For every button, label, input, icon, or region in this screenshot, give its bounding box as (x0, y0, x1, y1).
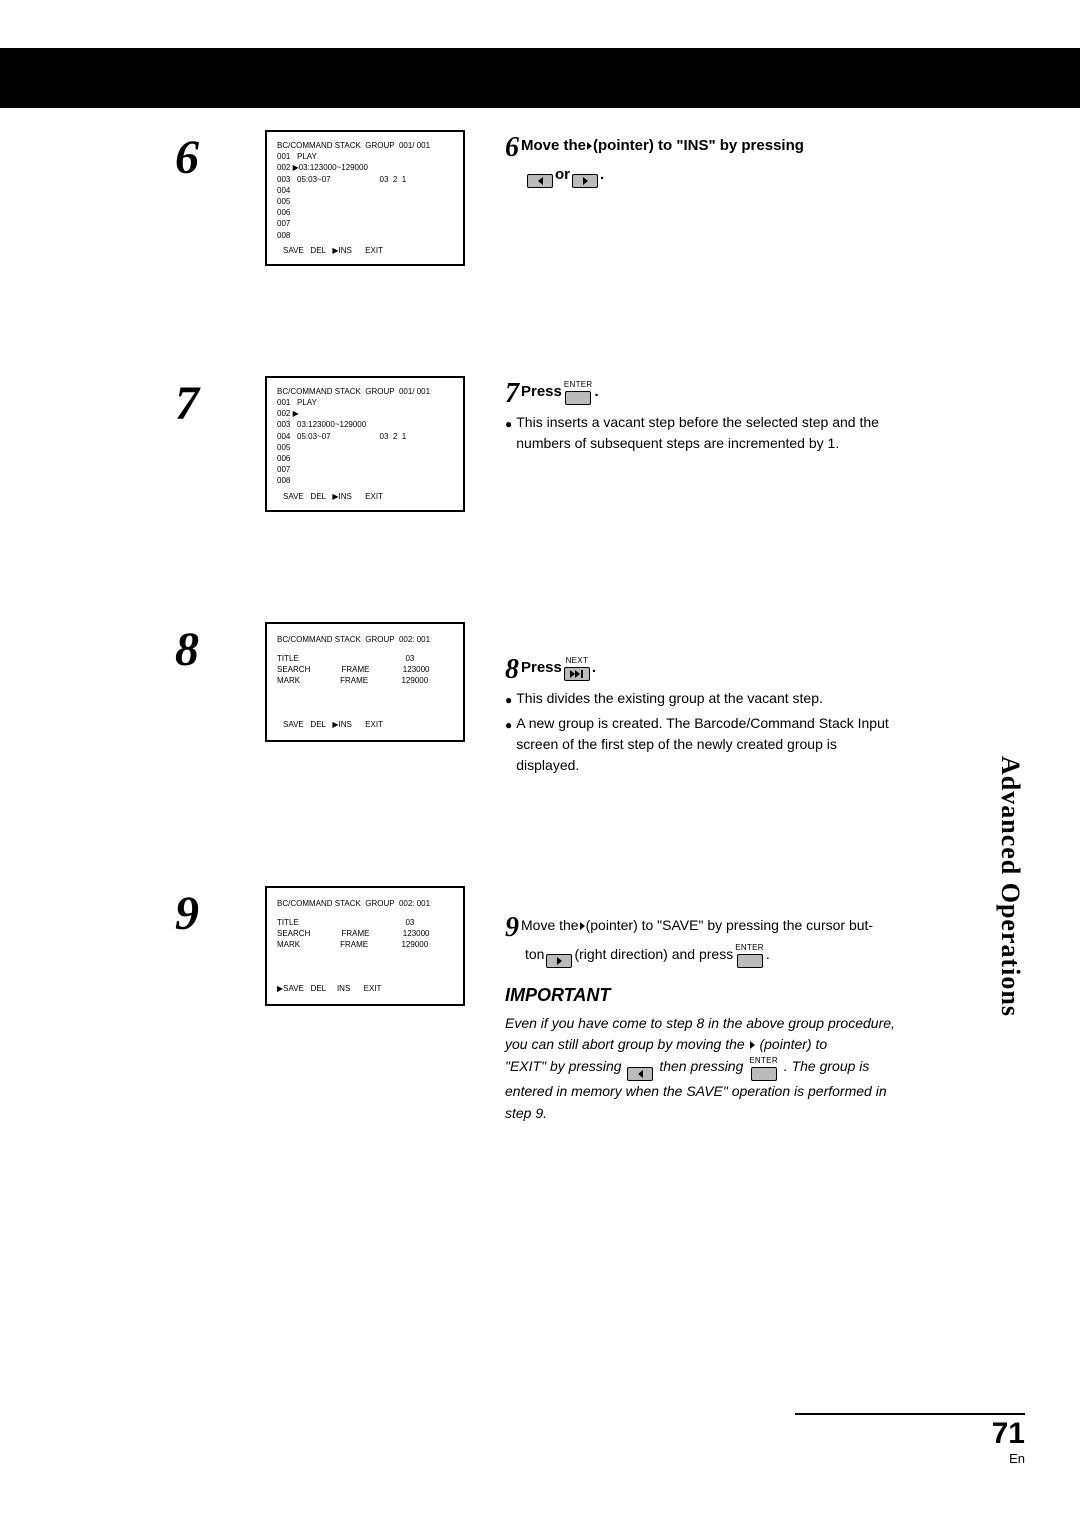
bullet-text: This divides the existing group at the v… (516, 688, 823, 709)
instruction-text: . (592, 657, 596, 680)
bullet-icon: ● (505, 691, 512, 709)
step-6-row: 6 BC/COMMAND STACK GROUP 001/ 001 001 PL… (175, 130, 895, 266)
next-button[interactable]: NEXT (564, 655, 590, 681)
screen-line: 001 PLAY (277, 151, 453, 162)
instruction-text: or (555, 164, 570, 187)
screen-footer: SAVE DEL ▶INS EXIT (277, 245, 453, 256)
screen-line: 003 03:123000~129000 (277, 419, 453, 430)
step-9-row: 9 BC/COMMAND STACK GROUP 002: 001 TITLE … (175, 886, 895, 1126)
instruction-text: Move the (521, 135, 586, 158)
screen-footer: SAVE DEL ▶INS EXIT (277, 491, 453, 502)
step-number-7: 7 (175, 380, 215, 428)
screen-line: 008 (277, 230, 453, 241)
screen-box-9: BC/COMMAND STACK GROUP 002: 001 TITLE 03… (265, 886, 465, 1006)
enter-button[interactable]: ENTER (564, 379, 593, 405)
screen-line: SEARCH FRAME 123000 (277, 928, 453, 939)
important-body: Even if you have come to step 8 in the a… (505, 1013, 895, 1055)
page-content: 6 BC/COMMAND STACK GROUP 001/ 001 001 PL… (175, 130, 895, 1126)
instruction-text: (pointer) to "INS" by pressing (593, 135, 804, 158)
inline-step-number-8: 8 (505, 656, 519, 684)
page-number: 71 (795, 1417, 1025, 1451)
inline-step-number-9: 9 (505, 914, 519, 942)
screen-line: 008 (277, 475, 453, 486)
instruction-text: . (766, 944, 770, 965)
screen-box-8: BC/COMMAND STACK GROUP 002: 001 TITLE 03… (265, 622, 465, 742)
instruction-text: (right direction) and press (574, 944, 733, 965)
instruction-text: Press (521, 381, 562, 404)
instruction-text: ton (525, 944, 544, 965)
bullet-icon: ● (505, 415, 512, 433)
inline-step-number-7: 7 (505, 380, 519, 408)
instruction-text: Press (521, 657, 562, 680)
enter-button[interactable]: ENTER (749, 1055, 778, 1081)
step-7-row: 7 BC/COMMAND STACK GROUP 001/ 001 001 PL… (175, 376, 895, 512)
screen-box-6: BC/COMMAND STACK GROUP 001/ 001 001 PLAY… (265, 130, 465, 266)
screen-line: 006 (277, 207, 453, 218)
page-language: En (795, 1451, 1025, 1466)
step-6-instruction: 6 Move the (pointer) to "INS" by pressin… (505, 130, 895, 188)
pointer-right-icon (750, 1041, 755, 1049)
screen-header: BC/COMMAND STACK GROUP 001/ 001 (277, 140, 453, 151)
screen-box-7: BC/COMMAND STACK GROUP 001/ 001 001 PLAY… (265, 376, 465, 512)
screen-line: 002 ▶03:123000~129000 (277, 162, 453, 173)
screen-footer: SAVE DEL ▶INS EXIT (277, 719, 453, 730)
step-8-row: 8 BC/COMMAND STACK GROUP 002: 001 TITLE … (175, 622, 895, 776)
screen-line: 007 (277, 218, 453, 229)
screen-line: TITLE 03 (277, 653, 453, 664)
important-heading: IMPORTANT (505, 982, 895, 1009)
bullet-text: A new group is created. The Barcode/Comm… (516, 713, 895, 776)
screen-line: 002 ▶ (277, 408, 453, 419)
screen-line: MARK FRAME 129000 (277, 675, 453, 686)
step-number-9: 9 (175, 890, 215, 938)
right-arrow-button[interactable]: . (546, 942, 572, 968)
screen-line: 001 PLAY (277, 397, 453, 408)
screen-line: 003 05:03~07 03 2 1 (277, 174, 453, 185)
page-footer: 71 En (795, 1413, 1025, 1466)
right-arrow-button[interactable]: . (572, 162, 598, 188)
instruction-text: . (600, 164, 604, 187)
screen-header: BC/COMMAND STACK GROUP 001/ 001 (277, 386, 453, 397)
left-arrow-button[interactable]: . (627, 1055, 653, 1081)
screen-line: 005 (277, 442, 453, 453)
step-number-8: 8 (175, 626, 215, 674)
instruction-text: . (595, 381, 599, 404)
step-number-6: 6 (175, 134, 215, 182)
screen-line: 006 (277, 453, 453, 464)
screen-line: 004 05:03~07 03 2 1 (277, 431, 453, 442)
step-9-instruction: 9 Move the (pointer) to "SAVE" by pressi… (505, 910, 895, 1126)
screen-line: 007 (277, 464, 453, 475)
screen-footer: ▶SAVE DEL INS EXIT (277, 983, 453, 994)
left-arrow-button[interactable]: . (527, 162, 553, 188)
step-7-instruction: 7 Press ENTER . ● This inserts a vacant … (505, 376, 895, 454)
bullet-icon: ● (505, 716, 512, 734)
inline-step-number-6: 6 (505, 134, 519, 162)
enter-button[interactable]: ENTER (735, 942, 764, 968)
pointer-right-icon (587, 142, 592, 150)
screen-line: 005 (277, 196, 453, 207)
section-tab: Advanced Operations (995, 756, 1025, 1017)
screen-line: MARK FRAME 129000 (277, 939, 453, 950)
header-black-bar (0, 48, 1080, 108)
important-body: "EXIT" by pressing . then pressing ENTER… (505, 1058, 887, 1121)
screen-line: TITLE 03 (277, 917, 453, 928)
instruction-text: Move the (521, 915, 579, 936)
screen-header: BC/COMMAND STACK GROUP 002: 001 (277, 634, 453, 645)
pointer-right-icon (580, 922, 585, 930)
screen-line: SEARCH FRAME 123000 (277, 664, 453, 675)
bullet-text: This inserts a vacant step before the se… (516, 412, 895, 454)
instruction-text: (pointer) to "SAVE" by pressing the curs… (586, 915, 873, 936)
screen-header: BC/COMMAND STACK GROUP 002: 001 (277, 898, 453, 909)
step-8-instruction: 8 Press NEXT . ● This divides the existi… (505, 652, 895, 776)
screen-line: 004 (277, 185, 453, 196)
